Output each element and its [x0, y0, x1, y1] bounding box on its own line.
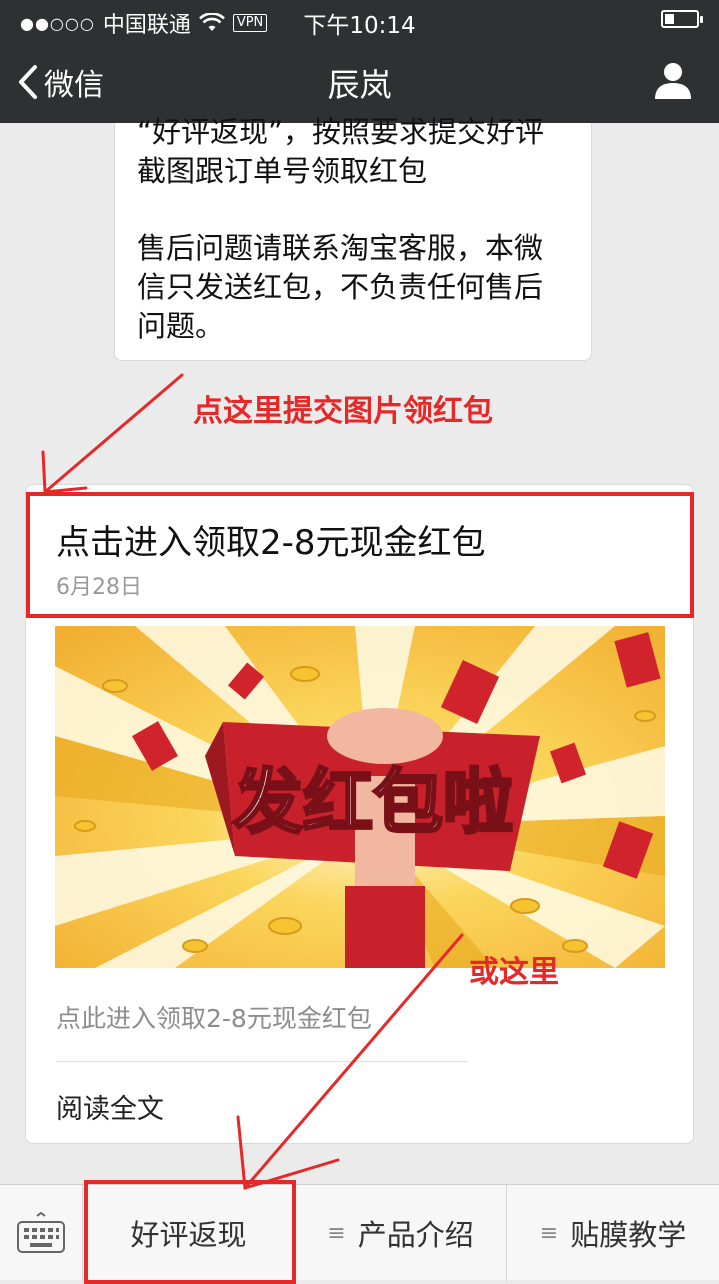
menu-item-label: 产品介绍 — [357, 1218, 474, 1252]
page-title: 辰岚 — [327, 66, 392, 104]
clock: 下午10:14 — [303, 13, 416, 39]
profile-icon[interactable] — [653, 60, 693, 100]
keyboard-toggle-button[interactable] — [0, 1185, 82, 1281]
annotation-or-here: 或这里 — [469, 955, 559, 990]
annotation-submit-hint: 点这里提交图片领红包 — [193, 394, 493, 429]
submenu-icon: ≡ — [539, 1220, 559, 1246]
divider — [56, 1061, 468, 1062]
menu-item-product-intro[interactable]: ≡ 产品介绍 — [294, 1185, 506, 1281]
menu-item-film-tutorial[interactable]: ≡ 贴膜教学 — [506, 1185, 719, 1281]
red-packet-illustration: 发红包啦 — [55, 626, 665, 968]
message-line: 问题。 — [137, 309, 225, 343]
read-more-link[interactable]: 阅读全文 — [56, 1087, 164, 1126]
message-line: 售后问题请联系淘宝客服，本微 — [137, 231, 544, 265]
message-line: 信只发送红包，不负责任何售后 — [137, 270, 544, 304]
battery-level — [665, 14, 674, 24]
cover-text: 发红包啦 — [233, 761, 513, 843]
menu-item-label: 贴膜教学 — [570, 1218, 687, 1252]
message-line-clipped: “好评返现”，按照要求提交好评 — [137, 115, 545, 149]
article-summary: 点此进入领取2-8元现金红包 — [56, 1004, 372, 1033]
submenu-icon: ≡ — [327, 1220, 346, 1246]
annotation-menu-highlight — [84, 1180, 296, 1284]
annotation-highlight-box — [26, 492, 694, 618]
status-bar: ●●○○○ 中国联通 VPN 下午10:14 — [0, 0, 719, 40]
top-bar: ●●○○○ 中国联通 VPN 下午10:14 微信 辰岚 — [0, 0, 719, 123]
message-line: 截图跟订单号领取红包 — [137, 154, 428, 188]
text-message-card: “好评返现”，按照要求提交好评 截图跟订单号领取红包 售后问题请联系淘宝客服，本… — [114, 115, 592, 361]
keyboard-icon — [17, 1212, 65, 1253]
battery-icon — [661, 10, 703, 28]
article-cover-image[interactable]: 发红包啦 — [55, 626, 665, 968]
